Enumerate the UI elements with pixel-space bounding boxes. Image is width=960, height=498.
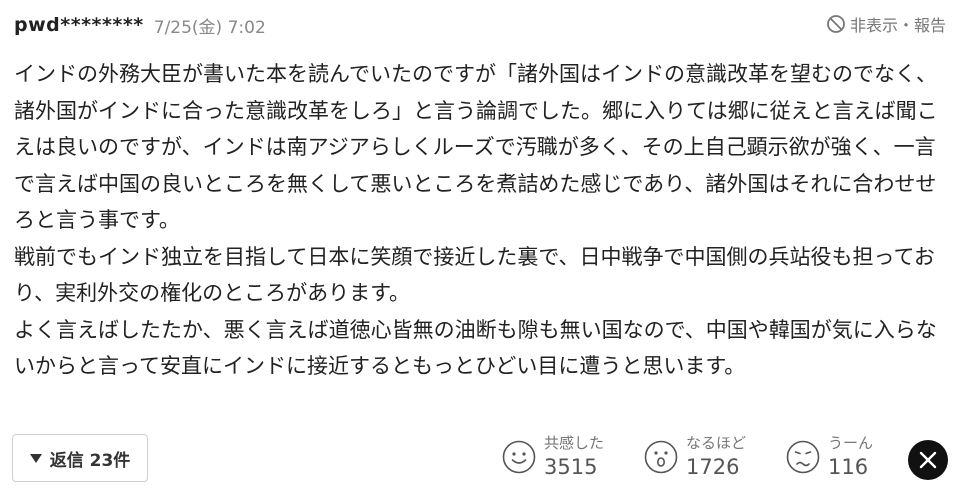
thinking-face-icon xyxy=(786,440,820,474)
reaction-insight-count: 1726 xyxy=(686,454,740,479)
reaction-hmm-label: うーん xyxy=(828,434,874,452)
smile-face-icon xyxy=(502,440,536,474)
reaction-insight-button[interactable]: なるほど 1726 xyxy=(644,434,747,479)
comment-header: pwd******** 7/25(金) 7:02 非表示・報告 xyxy=(14,10,946,40)
reaction-insight-label: なるほど xyxy=(686,434,747,452)
triangle-down-icon xyxy=(29,453,42,463)
hide-report-button[interactable]: 非表示・報告 xyxy=(826,12,946,36)
reaction-agree-label: 共感した xyxy=(544,434,605,452)
reply-label: 返信 23件 xyxy=(49,450,131,471)
reaction-agree-button[interactable]: 共感した 3515 xyxy=(502,434,605,479)
x-logo-icon xyxy=(919,451,937,469)
reply-button[interactable]: 返信 23件 xyxy=(12,434,148,482)
surprised-face-icon xyxy=(644,440,678,474)
prohibited-icon xyxy=(827,15,845,33)
username[interactable]: pwd******** xyxy=(14,14,144,36)
x-share-button[interactable] xyxy=(908,440,948,480)
report-label: 非表示・報告 xyxy=(849,16,946,35)
comment-card: pwd******** 7/25(金) 7:02 非表示・報告 インドの外務大臣… xyxy=(0,0,960,498)
reaction-agree-count: 3515 xyxy=(544,454,598,479)
comment-body: インドの外務大臣が書いた本を読んでいたのですが「諸外国はインドの意識改革を望むの… xyxy=(14,62,938,378)
timestamp: 7/25(金) 7:02 xyxy=(153,17,266,38)
reaction-hmm-count: 116 xyxy=(828,454,869,479)
reaction-hmm-button[interactable]: うーん 116 xyxy=(786,434,874,479)
